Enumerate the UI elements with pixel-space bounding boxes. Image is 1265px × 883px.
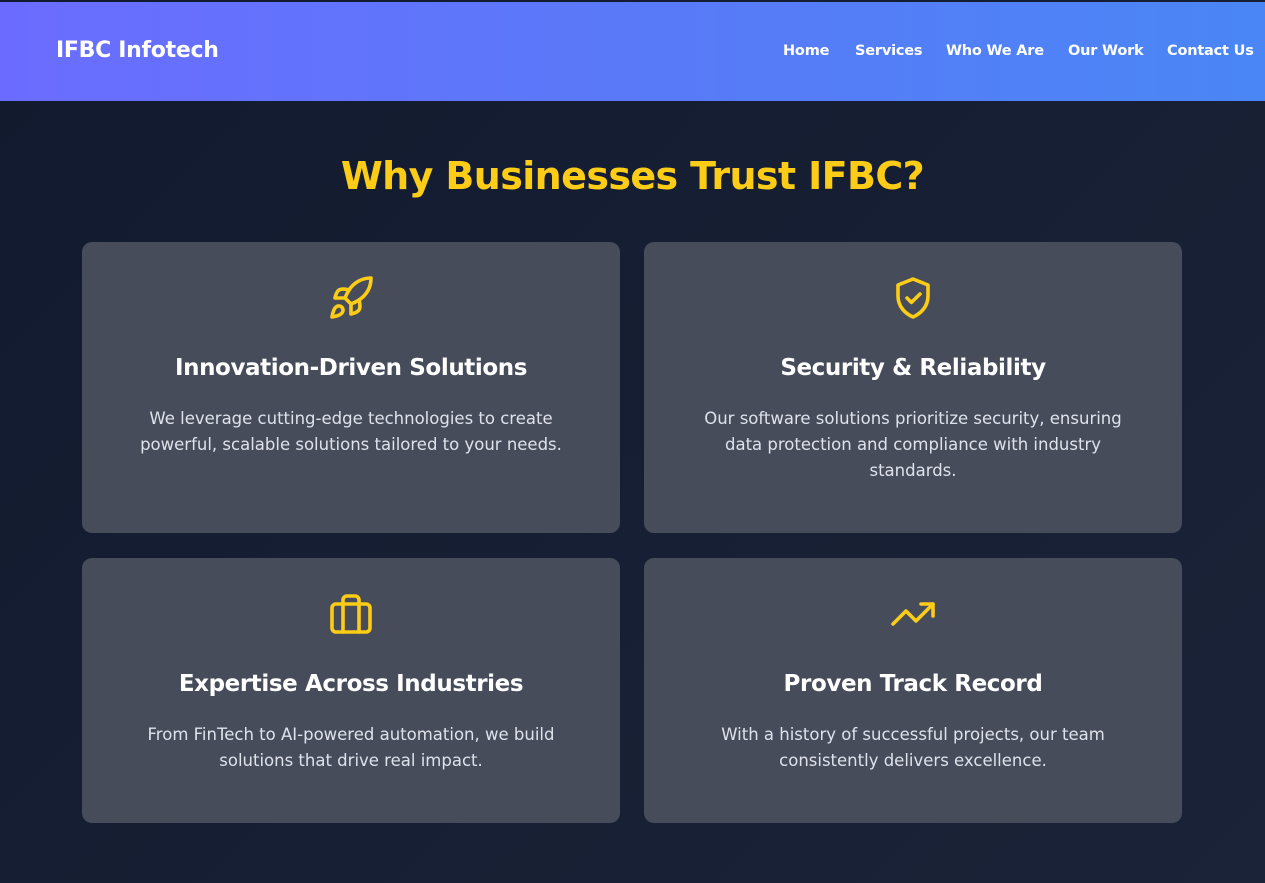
nav-link-services[interactable]: Services [855,43,923,59]
navbar: IFBC Infotech Home Services Who We Are O… [0,2,1265,101]
section-title: Why Businesses Trust IFBC? [340,154,925,198]
feature-card-track-record: Proven Track Record With a history of su… [644,558,1182,823]
brand-logo[interactable]: IFBC Infotech [56,38,219,63]
nav-link-contact-us[interactable]: Contact Us [1167,43,1254,59]
nav-link-home[interactable]: Home [783,43,829,59]
card-description: With a history of successful projects, o… [721,725,1105,770]
card-title: Innovation-Driven Solutions [174,355,528,381]
card-description: From FinTech to AI-powered automation, w… [147,725,555,770]
card-title: Expertise Across Industries [178,671,524,697]
shield-check-icon [644,274,1182,322]
rocket-icon [82,274,620,322]
feature-card-security: Security & Reliability Our software solu… [644,242,1182,533]
feature-card-innovation: Innovation-Driven Solutions We leverage … [82,242,620,533]
card-description: We leverage cutting-edge technologies to… [140,409,562,454]
feature-card-expertise: Expertise Across Industries From FinTech… [82,558,620,823]
nav-link-our-work[interactable]: Our Work [1068,43,1144,59]
card-title: Security & Reliability [780,355,1046,381]
trending-up-icon [644,590,1182,638]
card-title: Proven Track Record [783,671,1043,697]
nav-link-who-we-are[interactable]: Who We Are [946,43,1044,59]
card-description: Our software solutions prioritize securi… [704,409,1122,480]
briefcase-icon [82,590,620,638]
